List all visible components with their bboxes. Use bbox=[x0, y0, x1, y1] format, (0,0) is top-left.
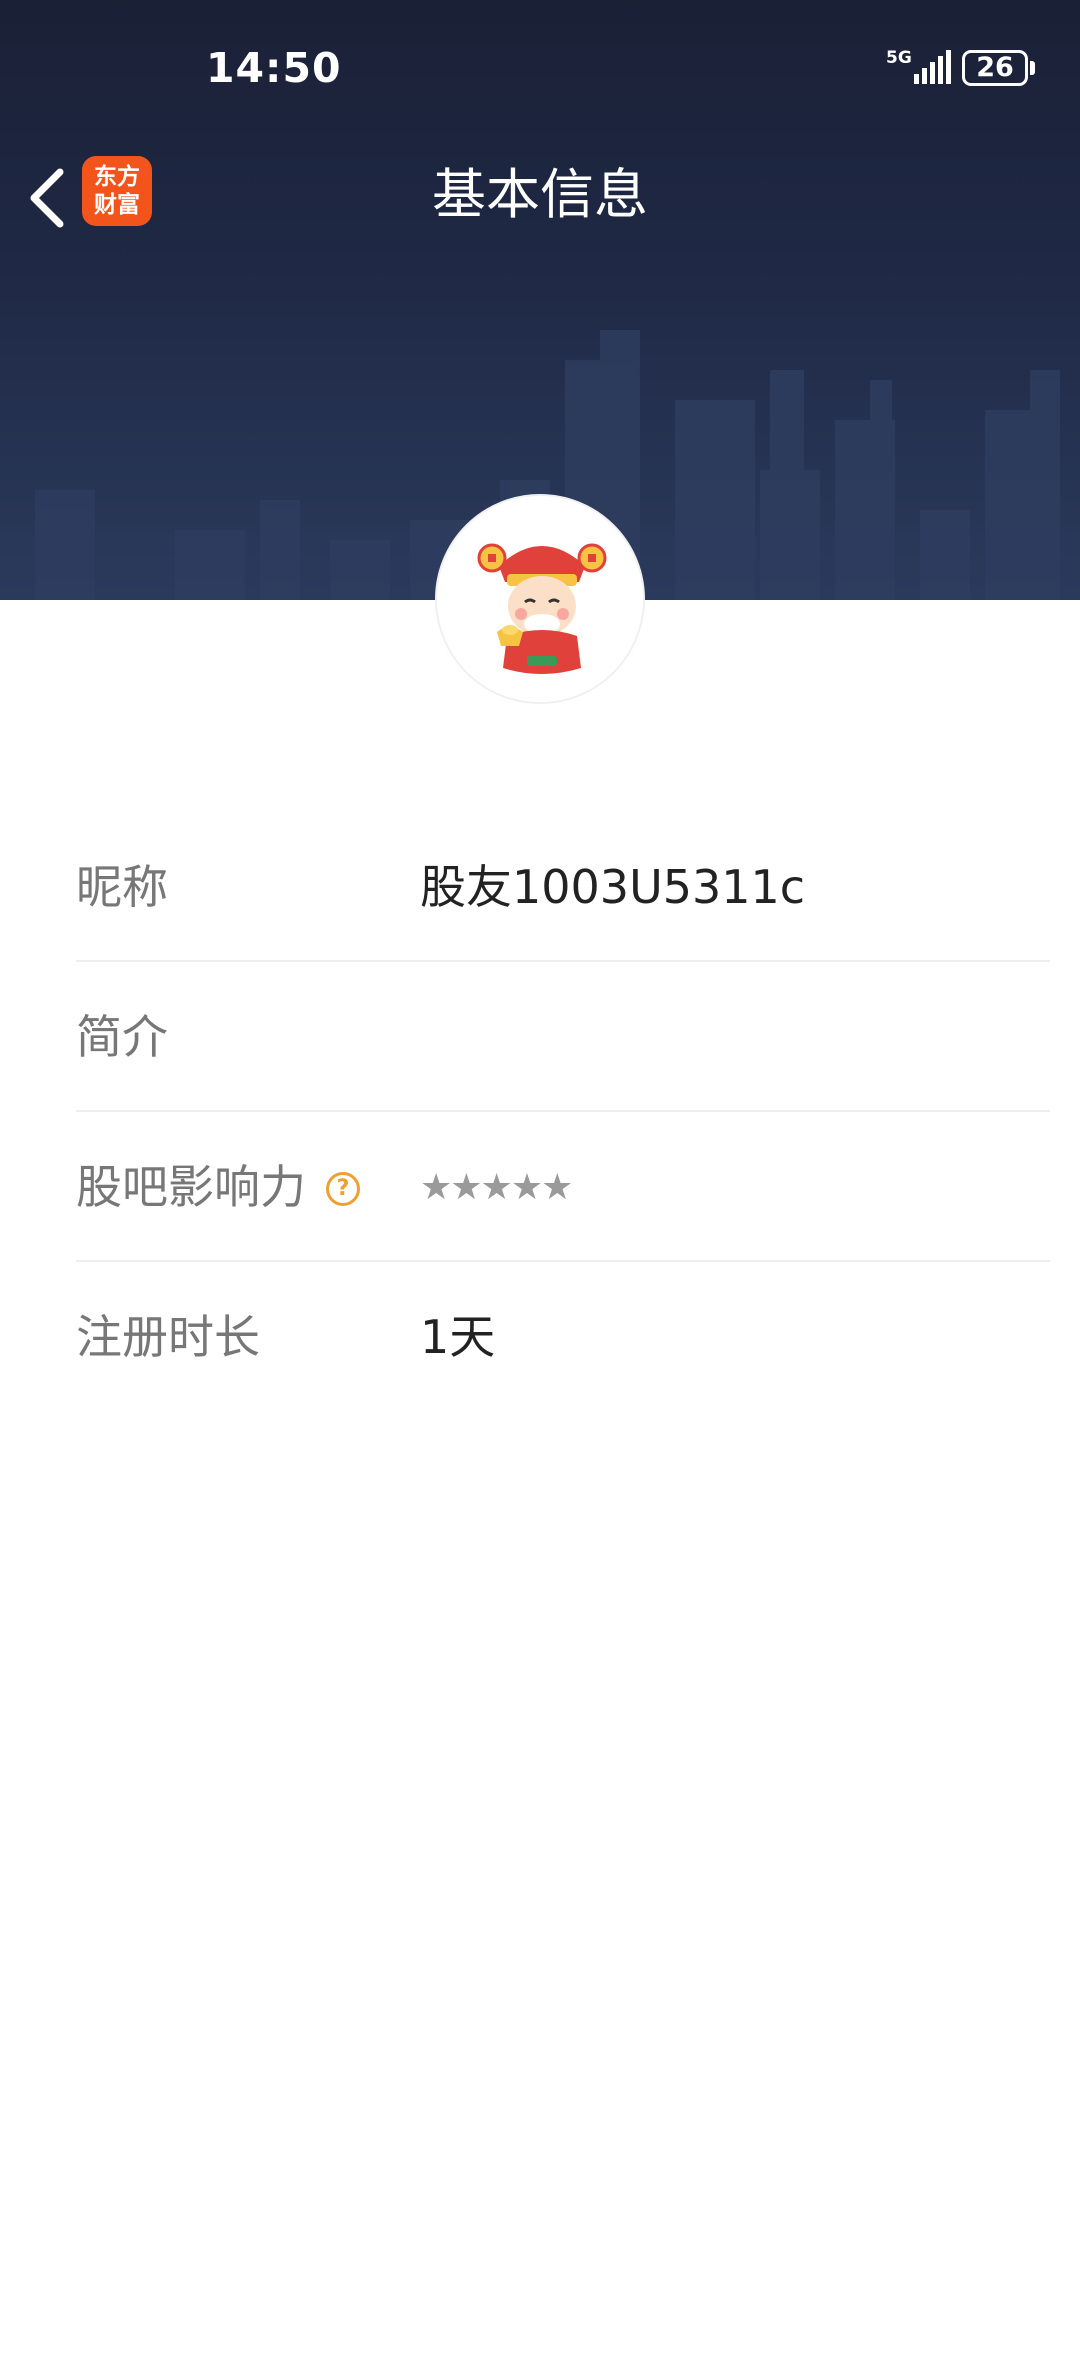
influence-label: 股吧影响力 bbox=[76, 1160, 306, 1214]
registration-label: 注册时长 bbox=[76, 1310, 260, 1364]
info-row-bio[interactable]: 简介 bbox=[76, 962, 1050, 1112]
status-bar: 14:50 5G 26 bbox=[0, 0, 1080, 140]
info-row-nickname[interactable]: 昵称 股友1003U5311c bbox=[76, 812, 1050, 962]
battery-icon: 26 bbox=[962, 50, 1028, 86]
avatar-god-of-wealth-icon bbox=[438, 497, 643, 702]
bio-label: 简介 bbox=[76, 1010, 168, 1064]
info-row-influence: 股吧影响力 ? ★★★★★ bbox=[76, 1112, 1050, 1262]
battery-tip bbox=[1030, 61, 1035, 75]
nickname-label: 昵称 bbox=[76, 860, 168, 914]
nickname-value: 股友1003U5311c bbox=[420, 860, 806, 914]
registration-value: 1天 bbox=[420, 1310, 496, 1364]
page-title: 基本信息 bbox=[432, 163, 648, 226]
profile-info-list: 昵称 股友1003U5311c 简介 股吧影响力 ? ★★★★★ 注册时长 1天 bbox=[76, 812, 1050, 1412]
signal-strength-icon bbox=[914, 50, 951, 84]
question-circle-icon[interactable]: ? bbox=[326, 1172, 360, 1206]
avatar[interactable] bbox=[435, 494, 645, 704]
battery-level: 26 bbox=[976, 52, 1014, 83]
influence-rating-stars: ★★★★★ bbox=[420, 1167, 573, 1208]
nav-bar: 东方 财富 基本信息 bbox=[0, 140, 1080, 250]
info-row-registration: 注册时长 1天 bbox=[76, 1262, 1050, 1412]
app-root: 14:50 5G 26 东方 财富 基本信息 昵称 股友1003U5311c 简… bbox=[0, 0, 1080, 2376]
status-time: 14:50 bbox=[206, 44, 342, 92]
